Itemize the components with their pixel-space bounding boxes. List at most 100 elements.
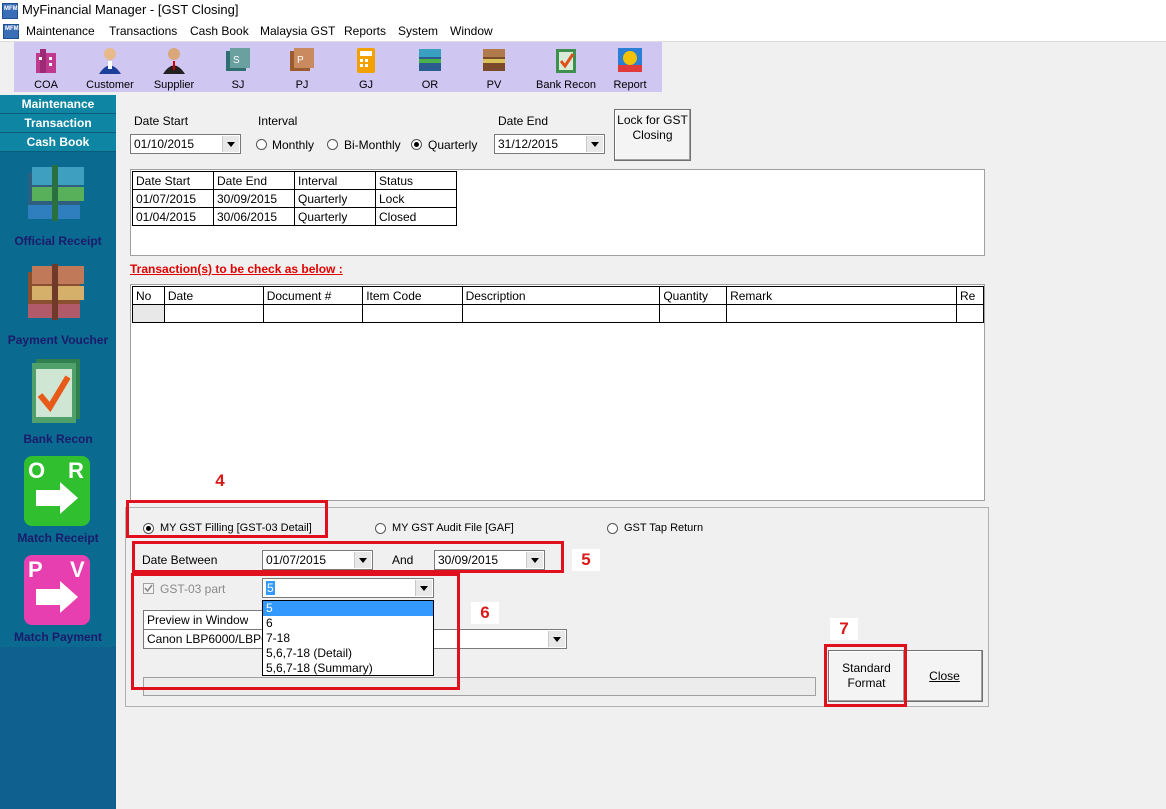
column-header[interactable]: Quantity: [659, 286, 728, 305]
table-cell: Lock: [375, 189, 457, 208]
transactions-grid[interactable]: No Date Document # Item Code Description…: [130, 284, 985, 501]
column-header[interactable]: Item Code: [362, 286, 463, 305]
column-header[interactable]: Document #: [262, 286, 364, 305]
purchase-journal-icon: P: [290, 48, 314, 71]
radio-bi-monthly[interactable]: [327, 139, 338, 150]
svg-text:S: S: [233, 55, 240, 66]
table-cell[interactable]: [956, 304, 984, 323]
table-cell[interactable]: [163, 304, 264, 323]
title-bar: MFM MyFinancial Manager - [GST Closing]: [0, 0, 1166, 21]
date-end-value: 31/12/2015: [498, 137, 559, 151]
radio-quarterly[interactable]: [411, 139, 422, 150]
coa-button[interactable]: COA: [14, 42, 78, 92]
table-cell[interactable]: [362, 304, 463, 323]
official-receipt-icon: [419, 49, 441, 71]
column-header[interactable]: Status: [375, 171, 457, 190]
pv-button[interactable]: PV: [462, 42, 526, 92]
coa-label: COA: [34, 79, 58, 91]
chevron-down-icon[interactable]: [586, 136, 603, 152]
table-cell: Quarterly: [294, 207, 376, 226]
menu-malaysia-gst[interactable]: Malaysia GST: [260, 24, 335, 38]
annotation-box-5: [132, 541, 564, 573]
report-button[interactable]: Report: [598, 42, 662, 92]
or-label: OR: [421, 79, 439, 91]
table-cell[interactable]: [461, 304, 661, 323]
radio-gst-tap-return[interactable]: [607, 523, 618, 534]
nav-header-cash-book[interactable]: Cash Book: [0, 133, 116, 152]
menu-reports[interactable]: Reports: [344, 24, 386, 38]
sj-button[interactable]: S SJ: [206, 42, 270, 92]
table-cell: 01/04/2015: [132, 207, 214, 226]
column-header[interactable]: Remark: [726, 286, 957, 305]
table-cell: 01/07/2015: [132, 189, 214, 208]
pj-button[interactable]: P PJ: [270, 42, 334, 92]
lock-gst-closing-button[interactable]: Lock for GST Closing: [614, 109, 691, 161]
menu-maintenance[interactable]: Maintenance: [26, 24, 95, 38]
customer-button[interactable]: Customer: [78, 42, 142, 92]
grid-header-row: Date Start Date End Interval Status: [132, 171, 457, 190]
chevron-down-icon[interactable]: [548, 631, 565, 647]
nav-item-label: Official Receipt: [14, 234, 102, 248]
column-header[interactable]: Date End: [213, 171, 295, 190]
nav-item-payment-voucher[interactable]: Payment Voucher: [0, 254, 116, 353]
menu-system[interactable]: System: [398, 24, 438, 38]
general-journal-icon: [357, 48, 375, 73]
customer-icon: [99, 48, 121, 74]
radio-gst-audit-file-label: MY GST Audit File [GAF]: [392, 522, 514, 534]
row-selector[interactable]: [132, 304, 165, 323]
column-header[interactable]: Date Start: [132, 171, 214, 190]
closing-periods-grid[interactable]: Date Start Date End Interval Status 01/0…: [130, 169, 985, 256]
menu-transactions[interactable]: Transactions: [109, 24, 177, 38]
table-cell[interactable]: [726, 304, 957, 323]
gj-button[interactable]: GJ: [334, 42, 398, 92]
chevron-down-icon[interactable]: [222, 136, 239, 152]
supplier-icon: [163, 48, 185, 74]
table-cell[interactable]: [659, 304, 728, 323]
date-start-combo[interactable]: 01/10/2015: [130, 134, 241, 154]
column-header[interactable]: Date: [163, 286, 264, 305]
or-button[interactable]: OR: [398, 42, 462, 92]
left-navigation: Maintenance Transaction Cash Book Offici…: [0, 95, 116, 809]
nav-header-transaction[interactable]: Transaction: [0, 114, 116, 133]
nav-header-maintenance[interactable]: Maintenance: [0, 95, 116, 114]
pv-label: PV: [486, 79, 502, 91]
table-cell: 30/09/2015: [213, 189, 295, 208]
sj-label: SJ: [231, 79, 245, 91]
gj-label: GJ: [358, 79, 374, 91]
svg-text:V: V: [70, 557, 85, 582]
grid-header-row: No Date Document # Item Code Description…: [132, 286, 984, 305]
close-button[interactable]: Close: [906, 650, 983, 702]
table-row[interactable]: 01/07/2015 30/09/2015 Quarterly Lock: [132, 189, 457, 208]
transactions-check-label: Transaction(s) to be check as below :: [130, 262, 343, 276]
report-icon: [618, 48, 642, 72]
table-cell: Closed: [375, 207, 457, 226]
table-row[interactable]: 01/04/2015 30/06/2015 Quarterly Closed: [132, 207, 457, 226]
menu-cash-book[interactable]: Cash Book: [190, 24, 249, 38]
column-header[interactable]: Re: [956, 286, 984, 305]
bank-recon-icon: [32, 359, 80, 423]
money-stack-icon: [28, 165, 84, 221]
svg-text:P: P: [28, 557, 43, 582]
nav-item-match-receipt[interactable]: OR Match Receipt: [0, 452, 116, 551]
column-header[interactable]: No: [132, 286, 165, 305]
building-icon: [36, 49, 56, 73]
column-header[interactable]: Description: [461, 286, 661, 305]
date-end-combo[interactable]: 31/12/2015: [494, 134, 605, 154]
supplier-button[interactable]: Supplier: [142, 42, 206, 92]
nav-item-match-payment[interactable]: PV Match Payment: [0, 551, 116, 650]
menu-window[interactable]: Window: [450, 24, 493, 38]
nav-item-label: Payment Voucher: [7, 333, 109, 347]
document-icon[interactable]: MFM: [3, 24, 19, 39]
radio-monthly[interactable]: [256, 139, 267, 150]
nav-item-official-receipt[interactable]: Official Receipt: [0, 155, 116, 254]
table-cell[interactable]: [262, 304, 364, 323]
radio-gst-audit-file[interactable]: [375, 523, 386, 534]
column-header[interactable]: Interval: [294, 171, 376, 190]
window-title: MyFinancial Manager - [GST Closing]: [22, 2, 239, 17]
bank-recon-button[interactable]: Bank Recon: [534, 42, 598, 92]
radio-gst-tap-return-label: GST Tap Return: [624, 522, 704, 534]
payment-voucher-icon: [483, 49, 505, 71]
supplier-label: Supplier: [153, 79, 195, 91]
nav-item-bank-recon[interactable]: Bank Recon: [0, 353, 116, 452]
table-row[interactable]: [132, 304, 984, 323]
